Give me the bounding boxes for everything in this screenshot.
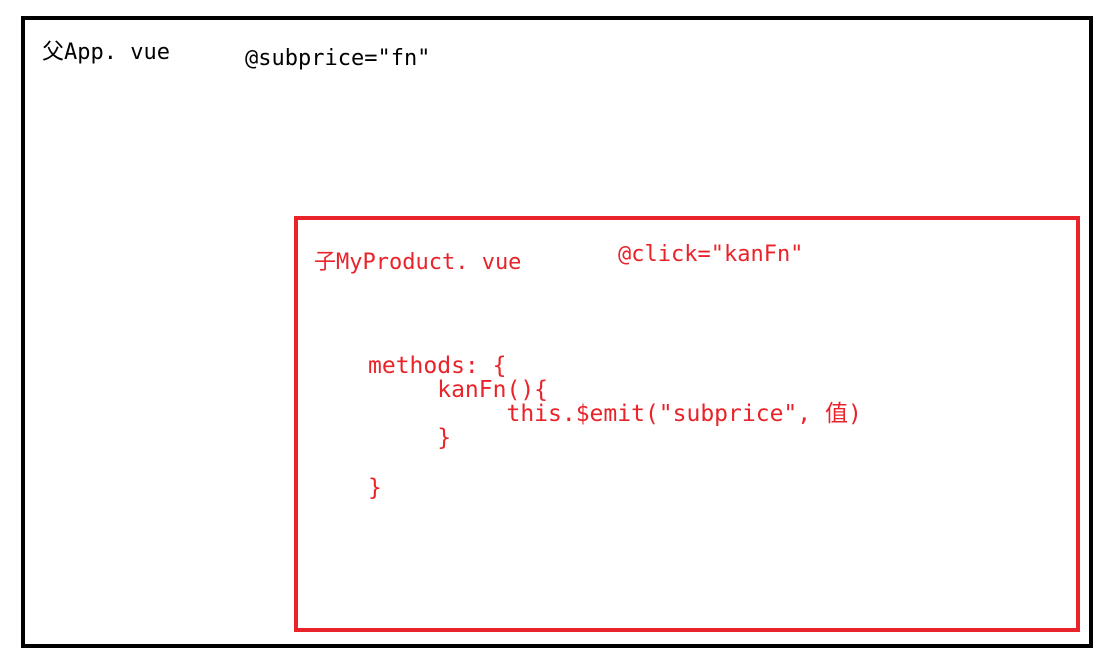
parent-event-binding: @subprice="fn"	[245, 46, 431, 71]
code-line-kanfn-close: }	[368, 425, 452, 451]
child-event-binding: @click="kanFn"	[618, 242, 804, 267]
code-line-emit: this.$emit("subprice", 值)	[368, 401, 862, 427]
parent-component-box: 父App. vue @subprice="fn" 子MyProduct. vue…	[21, 16, 1093, 648]
child-component-title: 子MyProduct. vue	[314, 250, 522, 275]
parent-component-title: 父App. vue	[42, 40, 170, 65]
code-line-methods-close: }	[368, 475, 382, 501]
child-methods-code: methods: { kanFn(){ this.$emit("subprice…	[368, 354, 862, 500]
code-line-methods-open: methods: {	[368, 353, 507, 379]
child-component-box: 子MyProduct. vue @click="kanFn" methods: …	[294, 216, 1080, 632]
code-line-kanfn-open: kanFn(){	[368, 377, 549, 403]
